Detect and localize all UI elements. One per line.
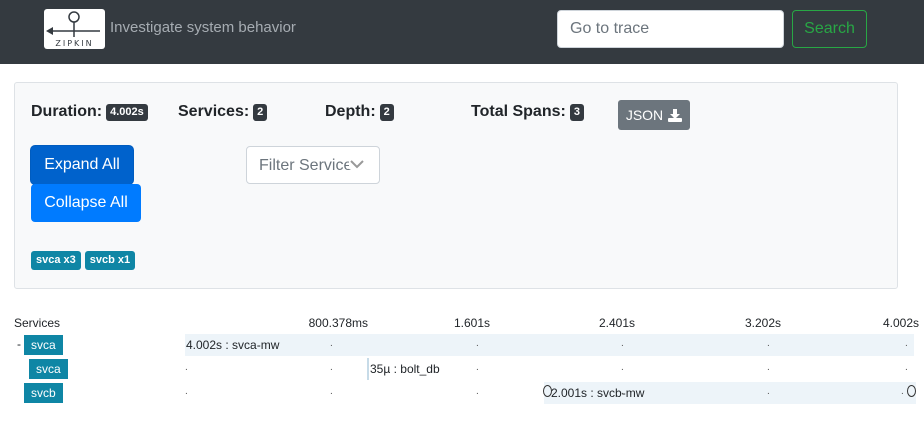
services-column-header: Services [14,316,61,330]
tick-dot: . [905,362,908,373]
annotation-marker-icon [907,385,916,397]
duration-stat: Duration: 4.002s [31,103,148,121]
tick-dot: . [476,386,479,397]
download-icon [668,108,683,122]
span-service-label: svca [24,335,63,355]
span-service-label: svca [29,359,68,379]
span-bar [185,334,914,356]
chevron-down-icon [349,159,365,169]
service-badge[interactable]: svca x3 [31,251,81,270]
depth-badge: 2 [379,103,394,121]
total-spans-stat: Total Spans: 3 [471,103,584,121]
tick-dot: . [330,362,333,373]
logo-text: ZIPKIN [55,39,94,48]
filter-service-select[interactable]: Filter Service [246,146,380,184]
tick-label: 2.401s [598,316,635,330]
span-label: 4.002s : svca-mw [186,338,280,352]
tick-label: 1.601s [453,316,490,330]
tagline: Investigate system behavior [110,19,296,36]
service-badges: svca x3 svcb x1 [31,251,136,270]
span-row[interactable]: svca . . 35µ : bolt_db . . . . [0,358,924,380]
tick-label: 3.202s [744,316,781,330]
tick-dot: . [905,338,908,349]
trace-timeline: Services 800.378ms 1.601s 2.401s 3.202s … [0,305,924,433]
collapse-all-button[interactable]: Collapse All [31,184,141,222]
tick-dot: . [767,386,770,397]
navbar: ZIPKIN Investigate system behavior Searc… [0,0,924,64]
tick-dot: . [185,386,188,397]
span-label: 35µ : bolt_db [370,362,440,376]
span-bar [367,358,369,380]
tick-dot: . [621,338,624,349]
json-label: JSON [625,107,664,123]
total-spans-label: Total Spans: [471,103,566,120]
search-button[interactable]: Search [792,10,867,48]
expand-all-button[interactable]: Expand All [31,146,133,184]
tick-dot: . [621,386,624,397]
collapse-toggle[interactable]: - [17,337,21,351]
tick-dot: . [476,362,479,373]
tick-dot: . [901,386,904,397]
depth-label: Depth: [325,103,376,120]
depth-stat: Depth: 2 [325,103,394,121]
go-to-trace-input[interactable] [557,10,784,48]
total-spans-badge: 3 [569,103,584,121]
span-service-label: svcb [24,383,63,403]
tick-dot: . [767,338,770,349]
services-stat: Services: 2 [178,103,268,121]
trace-summary-card: Duration: 4.002s Services: 2 Depth: 2 To… [14,82,898,289]
services-label: Services: [178,103,250,120]
zipkin-logo[interactable]: ZIPKIN [44,9,105,49]
tick-dot: . [621,362,624,373]
tick-label: 4.002s [882,316,919,330]
service-badge[interactable]: svcb x1 [84,251,136,270]
tick-dot: . [330,386,333,397]
span-row[interactable]: svcb . . . 2.001s : svcb-mw . . . [0,382,924,404]
tick-label: 800.378ms [308,316,368,330]
services-badge: 2 [253,103,268,121]
duration-badge: 4.002s [106,103,148,121]
tick-dot: . [476,338,479,349]
duration-label: Duration: [31,103,103,120]
filter-placeholder: Filter Service [259,157,353,174]
span-row[interactable]: - svca 4.002s : svca-mw . . . . . [0,334,924,356]
span-label: 2.001s : svcb-mw [551,386,645,400]
json-download-button[interactable]: JSON [618,100,690,130]
tick-dot: . [185,362,188,373]
tick-dot: . [330,338,333,349]
tick-dot: . [767,362,770,373]
